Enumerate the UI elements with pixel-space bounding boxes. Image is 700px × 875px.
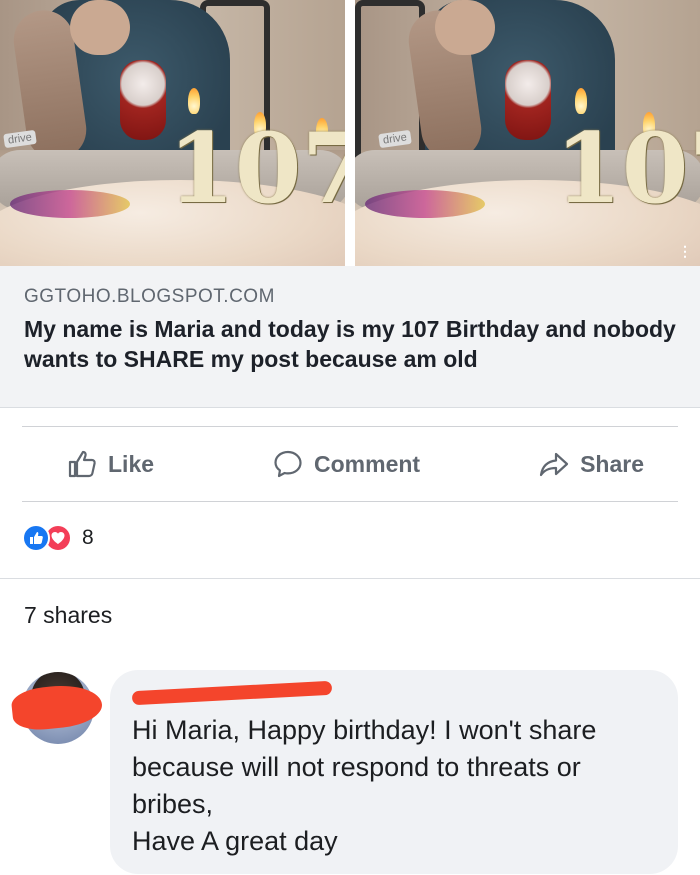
person-hand: [70, 0, 130, 55]
link-preview[interactable]: GGTOHO.BLOGSPOT.COM My name is Maria and…: [0, 266, 700, 408]
post-photo-right[interactable]: drive 107 ⋮: [355, 0, 700, 266]
post-photo-strip[interactable]: drive 107 drive 107 ⋮: [0, 0, 700, 266]
share-label: Share: [580, 450, 644, 477]
person-hand: [435, 0, 495, 55]
post-action-bar: Like Comment Share: [22, 426, 678, 502]
divider: [0, 578, 700, 579]
thumbs-up-icon: [68, 450, 96, 478]
more-options-icon[interactable]: ⋮: [678, 243, 692, 260]
cake-decoration: [10, 190, 130, 218]
like-label: Like: [108, 450, 155, 477]
candle-flame: [575, 88, 587, 114]
comment-text: Hi Maria, Happy birthday! I won't share …: [132, 715, 597, 856]
comment-label: Comment: [314, 450, 421, 477]
comment-bubble-icon: [274, 450, 302, 478]
candle-digits: 107: [168, 112, 345, 225]
link-domain: GGTOHO.BLOGSPOT.COM: [24, 286, 275, 307]
reaction-count: 8: [82, 526, 94, 549]
candle-digits: 107: [555, 112, 700, 225]
redaction-scribble: [10, 681, 104, 733]
share-button[interactable]: Share: [538, 448, 644, 480]
cake-decoration: [365, 190, 485, 218]
candle-flame: [188, 88, 200, 114]
corsage: [120, 60, 166, 140]
like-reaction-icon: [22, 524, 50, 552]
link-title[interactable]: My name is Maria and today is my 107 Bir…: [24, 314, 676, 374]
reaction-summary[interactable]: 8: [22, 524, 94, 552]
comment-button[interactable]: Comment: [272, 448, 420, 480]
shares-count[interactable]: 7 shares: [24, 602, 112, 629]
share-arrow-icon: [539, 452, 569, 477]
like-button[interactable]: Like: [66, 448, 154, 480]
post-photo-left[interactable]: drive 107: [0, 0, 345, 266]
corsage: [505, 60, 551, 140]
